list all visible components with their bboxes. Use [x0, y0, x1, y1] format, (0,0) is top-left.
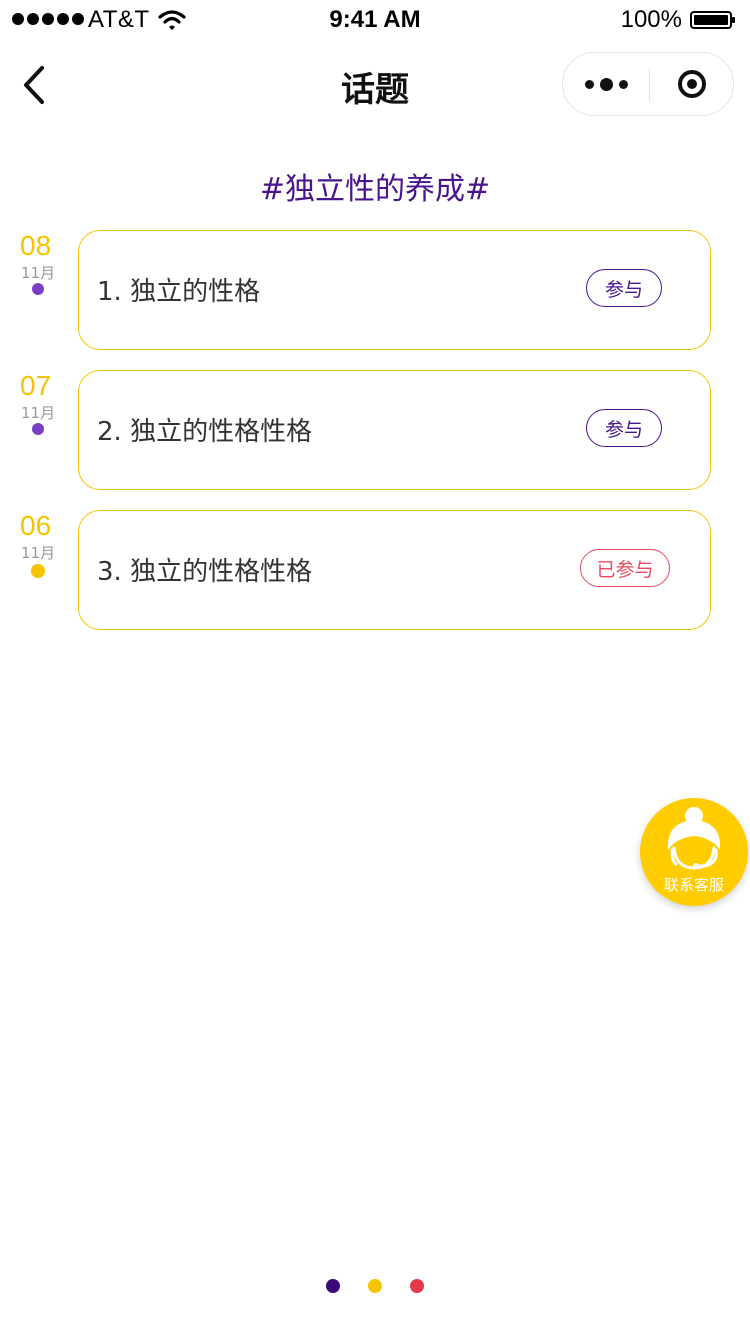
- more-dot-icon: [599, 77, 613, 91]
- battery-icon: [690, 11, 735, 29]
- page-indicator: [0, 1279, 750, 1293]
- status-bar: AT&T 9:41 AM 100%: [0, 0, 750, 40]
- date-day: 08: [20, 230, 52, 261]
- joined-badge[interactable]: 已参与: [580, 549, 670, 587]
- topic-title: 1. 独立的性格: [97, 277, 261, 307]
- more-dot-icon: [618, 79, 628, 89]
- timeline-dot: [32, 423, 44, 435]
- battery-percent: 100%: [620, 6, 682, 33]
- topic-heading: #独立性的养成#: [259, 172, 491, 207]
- page-dot[interactable]: [326, 1279, 340, 1293]
- target-icon: [678, 70, 706, 98]
- topic-title: 2. 独立的性格性格: [97, 417, 313, 447]
- date-month: 11月: [21, 404, 56, 422]
- topic-title: 3. 独立的性格性格: [97, 557, 313, 587]
- date-month: 11月: [21, 544, 56, 562]
- date-day: 07: [20, 370, 52, 401]
- customer-service-label: 联系客服: [663, 876, 724, 894]
- date-day: 06: [20, 510, 52, 541]
- customer-service-agent-icon: [667, 807, 721, 870]
- date-month: 11月: [21, 264, 56, 282]
- timeline-dot: [32, 283, 44, 295]
- timeline-item: 08 11月 1. 独立的性格 参与: [0, 230, 750, 350]
- more-dot-icon: [584, 79, 594, 89]
- nav-bar: 话题: [0, 40, 750, 128]
- more-options-button[interactable]: [563, 53, 649, 115]
- mini-program-capsule: [562, 52, 734, 116]
- topic-card[interactable]: 2. 独立的性格性格 参与: [78, 370, 711, 490]
- timeline-item: 07 11月 2. 独立的性格性格 参与: [0, 370, 750, 490]
- page-dot[interactable]: [368, 1279, 382, 1293]
- timeline-dot: [31, 564, 45, 578]
- join-button[interactable]: 参与: [586, 409, 662, 447]
- topic-card[interactable]: 1. 独立的性格 参与: [78, 230, 711, 350]
- join-button[interactable]: 参与: [586, 269, 662, 307]
- page-dot[interactable]: [410, 1279, 424, 1293]
- close-mini-program-button[interactable]: [650, 53, 734, 115]
- timeline-item: 06 11月 3. 独立的性格性格 已参与: [0, 510, 750, 630]
- customer-service-button[interactable]: 联系客服: [640, 798, 748, 906]
- topic-card[interactable]: 3. 独立的性格性格 已参与: [78, 510, 711, 630]
